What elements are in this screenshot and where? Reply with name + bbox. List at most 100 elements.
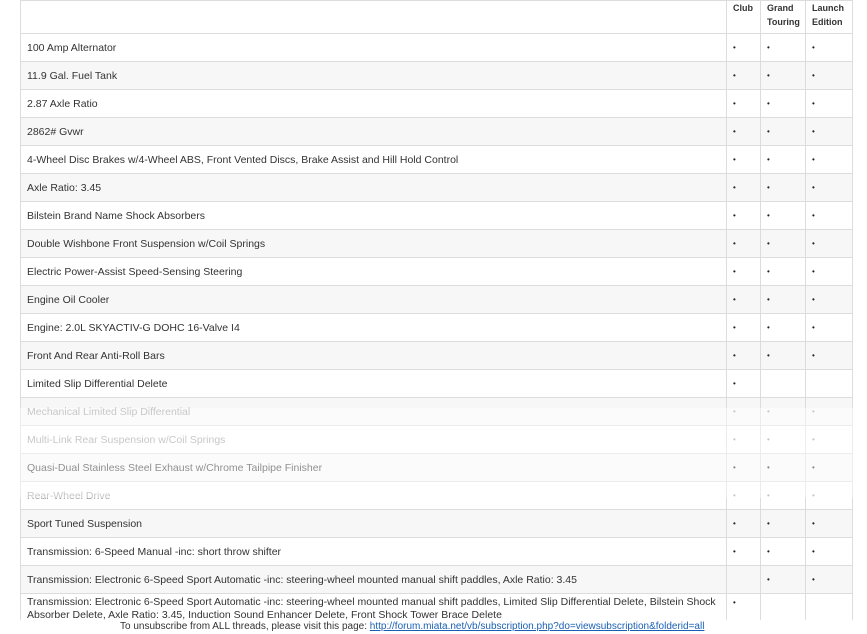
unsubscribe-text: To unsubscribe from ALL threads, please … <box>120 621 367 632</box>
club-cell: • <box>726 61 761 90</box>
table-row: 100 Amp Alternator • • • <box>20 33 853 62</box>
club-cell: • <box>726 257 761 286</box>
launch-edition-cell: • <box>805 61 853 90</box>
feature-cell: Multi-Link Rear Suspension w/Coil Spring… <box>20 425 727 454</box>
table-row: Multi-Link Rear Suspension w/Coil Spring… <box>20 425 853 454</box>
grand-touring-cell: • <box>760 145 806 174</box>
header-feature <box>20 0 727 34</box>
launch-edition-cell <box>805 593 853 624</box>
grand-touring-cell: • <box>760 229 806 258</box>
feature-cell: 100 Amp Alternator <box>20 33 727 62</box>
feature-cell: 2.87 Axle Ratio <box>20 89 727 118</box>
feature-cell: Limited Slip Differential Delete <box>20 369 727 398</box>
club-cell: • <box>726 33 761 62</box>
launch-edition-cell: • <box>805 173 853 202</box>
table-row: Double Wishbone Front Suspension w/Coil … <box>20 229 853 258</box>
feature-cell: Front And Rear Anti-Roll Bars <box>20 341 727 370</box>
launch-edition-cell: • <box>805 453 853 482</box>
launch-edition-cell: • <box>805 481 853 510</box>
table-row: 4-Wheel Disc Brakes w/4-Wheel ABS, Front… <box>20 145 853 174</box>
grand-touring-cell: • <box>760 201 806 230</box>
club-cell: • <box>726 145 761 174</box>
club-cell <box>726 565 761 594</box>
grand-touring-cell: • <box>760 537 806 566</box>
grand-touring-cell: • <box>760 173 806 202</box>
feature-cell: Transmission: Electronic 6-Speed Sport A… <box>20 565 727 594</box>
grand-touring-cell: • <box>760 117 806 146</box>
grand-touring-cell: • <box>760 33 806 62</box>
table-row: Electric Power-Assist Speed-Sensing Stee… <box>20 257 853 286</box>
grand-touring-cell: • <box>760 61 806 90</box>
club-cell: • <box>726 285 761 314</box>
club-cell: • <box>726 341 761 370</box>
club-cell: • <box>726 117 761 146</box>
table-row: Engine: 2.0L SKYACTIV-G DOHC 16-Valve I4… <box>20 313 853 342</box>
grand-touring-cell <box>760 369 806 398</box>
unsubscribe-link[interactable]: http://forum.miata.net/vb/subscription.p… <box>370 621 705 632</box>
launch-edition-cell: • <box>805 285 853 314</box>
feature-cell: Transmission: 6-Speed Manual -inc: short… <box>20 537 727 566</box>
club-cell: • <box>726 425 761 454</box>
feature-cell: Rear-Wheel Drive <box>20 481 727 510</box>
feature-cell: Bilstein Brand Name Shock Absorbers <box>20 201 727 230</box>
grand-touring-cell: • <box>760 425 806 454</box>
feature-cell: Axle Ratio: 3.45 <box>20 173 727 202</box>
launch-edition-cell: • <box>805 425 853 454</box>
unsubscribe-footer: To unsubscribe from ALL threads, please … <box>0 620 867 634</box>
grand-touring-cell <box>760 593 806 624</box>
grand-touring-cell: • <box>760 481 806 510</box>
launch-edition-cell: • <box>805 33 853 62</box>
launch-edition-cell: • <box>805 89 853 118</box>
header-grand-touring: Grand Touring <box>760 0 806 34</box>
features-table: Club Grand Touring Launch Edition 100 Am… <box>20 0 853 624</box>
launch-edition-cell: • <box>805 201 853 230</box>
grand-touring-cell: • <box>760 89 806 118</box>
table-row: Front And Rear Anti-Roll Bars • • • <box>20 341 853 370</box>
launch-edition-cell: • <box>805 341 853 370</box>
grand-touring-cell: • <box>760 285 806 314</box>
feature-cell: Engine Oil Cooler <box>20 285 727 314</box>
launch-edition-cell: • <box>805 117 853 146</box>
table-row: Rear-Wheel Drive • • • <box>20 481 853 510</box>
club-cell: • <box>726 481 761 510</box>
launch-edition-cell: • <box>805 145 853 174</box>
table-row: Transmission: 6-Speed Manual -inc: short… <box>20 537 853 566</box>
grand-touring-cell: • <box>760 313 806 342</box>
grand-touring-cell: • <box>760 341 806 370</box>
table-row: Sport Tuned Suspension • • • <box>20 509 853 538</box>
table-row: Axle Ratio: 3.45 • • • <box>20 173 853 202</box>
grand-touring-cell: • <box>760 453 806 482</box>
spec-sheet: Club Grand Touring Launch Edition 100 Am… <box>0 0 867 634</box>
club-cell: • <box>726 313 761 342</box>
table-row: Transmission: Electronic 6-Speed Sport A… <box>20 593 853 624</box>
table-row: Quasi-Dual Stainless Steel Exhaust w/Chr… <box>20 453 853 482</box>
table-row: 11.9 Gal. Fuel Tank • • • <box>20 61 853 90</box>
club-cell: • <box>726 369 761 398</box>
launch-edition-cell <box>805 369 853 398</box>
grand-touring-cell: • <box>760 257 806 286</box>
feature-cell: Sport Tuned Suspension <box>20 509 727 538</box>
table-header-row: Club Grand Touring Launch Edition <box>20 0 853 34</box>
club-cell: • <box>726 509 761 538</box>
feature-cell: 4-Wheel Disc Brakes w/4-Wheel ABS, Front… <box>20 145 727 174</box>
launch-edition-cell: • <box>805 537 853 566</box>
header-club: Club <box>726 0 761 34</box>
feature-cell: 2862# Gvwr <box>20 117 727 146</box>
launch-edition-cell: • <box>805 257 853 286</box>
grand-touring-cell: • <box>760 397 806 426</box>
feature-cell: Quasi-Dual Stainless Steel Exhaust w/Chr… <box>20 453 727 482</box>
club-cell: • <box>726 453 761 482</box>
launch-edition-cell: • <box>805 509 853 538</box>
launch-edition-cell: • <box>805 313 853 342</box>
feature-cell: Double Wishbone Front Suspension w/Coil … <box>20 229 727 258</box>
feature-cell: Engine: 2.0L SKYACTIV-G DOHC 16-Valve I4 <box>20 313 727 342</box>
feature-cell: Transmission: Electronic 6-Speed Sport A… <box>20 593 727 624</box>
table-row: Mechanical Limited Slip Differential • •… <box>20 397 853 426</box>
table-row: Limited Slip Differential Delete • <box>20 369 853 398</box>
table-row: 2862# Gvwr • • • <box>20 117 853 146</box>
table-row: Engine Oil Cooler • • • <box>20 285 853 314</box>
club-cell: • <box>726 593 761 624</box>
club-cell: • <box>726 229 761 258</box>
table-row: Transmission: Electronic 6-Speed Sport A… <box>20 565 853 594</box>
launch-edition-cell: • <box>805 565 853 594</box>
